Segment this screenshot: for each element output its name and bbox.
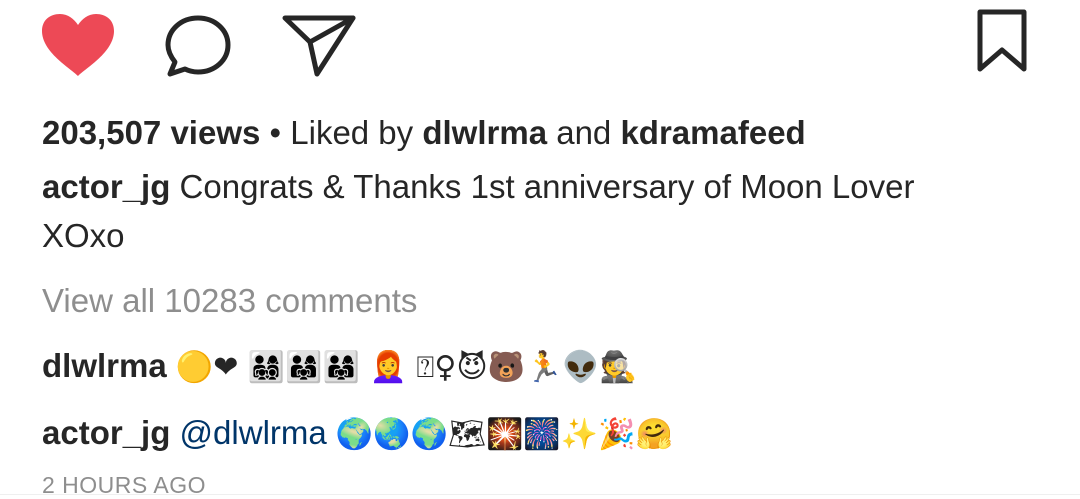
divider (0, 494, 1080, 495)
liked-by-user-link[interactable]: kdramafeed (620, 114, 805, 151)
comment-username[interactable]: actor_jg (42, 414, 170, 451)
caption-text: Congrats & Thanks 1st anniversary of Moo… (179, 168, 915, 205)
view-count: 203,507 views (42, 114, 261, 151)
caption-continued: XOxo (42, 217, 125, 254)
caption: actor_jg Congrats & Thanks 1st anniversa… (42, 167, 914, 207)
liked-by-user-link[interactable]: dlwlrma (422, 114, 547, 151)
comment-item: actor_jg @dlwlrma 🌍🌏🌍🗺🎇🎆✨🎉🤗 (42, 413, 673, 455)
post-action-bar (0, 0, 1080, 90)
bookmark-icon[interactable] (977, 9, 1027, 73)
liked-by-and: and (556, 114, 612, 151)
comment-text: 🌍🌏🌍🗺🎇🎆✨🎉🤗 (335, 417, 673, 452)
liked-by-label: • Liked by (269, 114, 414, 151)
comment-username[interactable]: dlwlrma (42, 347, 167, 384)
paper-plane-icon[interactable] (281, 12, 357, 78)
view-all-comments-link[interactable]: View all 10283 comments (42, 281, 417, 321)
comment-bubble-icon[interactable] (162, 14, 234, 78)
likes-line: 203,507 views • Liked by dlwlrma and kdr… (42, 113, 806, 153)
heart-filled-icon[interactable] (40, 12, 116, 78)
comment-item: dlwlrma 🟡❤ 👨‍👩‍👧‍👦👨‍👩‍👧👨‍👩‍👧 👩‍🦰 ⍰♀😈🐻🏃👽🕵 (42, 346, 637, 388)
comment-mention-link[interactable]: @dlwlrma (180, 414, 327, 451)
comment-text: 🟡❤ 👨‍👩‍👧‍👦👨‍👩‍👧👨‍👩‍👧 👩‍🦰 ⍰♀😈🐻🏃👽🕵 (175, 350, 638, 385)
caption-username[interactable]: actor_jg (42, 168, 170, 205)
